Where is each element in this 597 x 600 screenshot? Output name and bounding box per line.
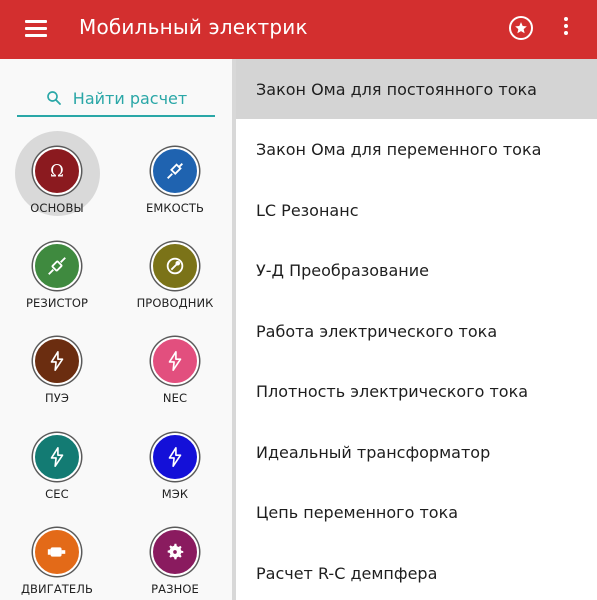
- search-placeholder: Найти расчет: [72, 88, 188, 108]
- category-label: NEC: [162, 391, 188, 405]
- category-проводник[interactable]: ПРОВОДНИК: [118, 232, 222, 318]
- calculation-item[interactable]: Цепь переменного тока: [236, 483, 597, 543]
- capacitor-icon: [151, 147, 199, 195]
- calculation-item[interactable]: Идеальный трансформатор: [236, 422, 597, 482]
- category-мэк[interactable]: МЭК: [118, 423, 222, 509]
- resistor-icon: [33, 242, 81, 290]
- calculation-item[interactable]: LC Резонанс: [236, 180, 597, 240]
- app-bar: Мобильный электрик: [0, 0, 597, 59]
- category-label: ПУЭ: [45, 391, 69, 405]
- category-cec[interactable]: CEC: [0, 423, 104, 509]
- calculation-item[interactable]: У-Д Преобразование: [236, 241, 597, 301]
- calculation-item[interactable]: Плотность электрического тока: [236, 362, 597, 422]
- wire-coil-icon: [151, 242, 199, 290]
- search-field[interactable]: Найти расчет: [17, 81, 215, 117]
- category-основы[interactable]: Ω ОСНОВЫ: [0, 131, 104, 223]
- lightning-icon: [33, 433, 81, 481]
- category-label: РАЗНОЕ: [151, 582, 199, 596]
- motor-icon: [33, 528, 81, 576]
- category-пуэ[interactable]: ПУЭ: [0, 327, 104, 413]
- category-label: CEC: [45, 487, 69, 501]
- calculation-item[interactable]: Закон Ома для переменного тока: [236, 120, 597, 180]
- category-двигатель[interactable]: ДВИГАТЕЛЬ: [0, 518, 104, 600]
- calculation-item[interactable]: Расчет R-C демпфера: [236, 543, 597, 600]
- search-icon: [46, 91, 61, 105]
- lightning-icon: [151, 337, 199, 385]
- app-title: Мобильный электрик: [79, 15, 308, 39]
- calculation-item[interactable]: Закон Ома для постоянного тока: [236, 59, 597, 119]
- lightning-icon: [151, 433, 199, 481]
- category-label: МЭК: [161, 487, 189, 501]
- category-label: ОСНОВЫ: [30, 201, 84, 215]
- category-panel: Найти расчет Ω ОСНОВЫ ЕМКОСТЬ РЕЗИСТОР ПРОВО…: [0, 59, 232, 600]
- category-разное[interactable]: РАЗНОЕ: [118, 518, 222, 600]
- lightning-icon: [33, 337, 81, 385]
- category-емкость[interactable]: ЕМКОСТЬ: [118, 137, 222, 223]
- calculation-list: Закон Ома для постоянного тока Закон Ома …: [236, 59, 597, 600]
- category-резистор[interactable]: РЕЗИСТОР: [0, 232, 104, 318]
- calculation-item[interactable]: Работа электрического тока: [236, 301, 597, 361]
- gear-icon: [151, 528, 199, 576]
- star-circle-icon[interactable]: [509, 16, 533, 40]
- category-label: ЕМКОСТЬ: [145, 201, 205, 215]
- svg-text:Ω: Ω: [50, 162, 64, 181]
- hamburger-menu-icon[interactable]: [25, 20, 47, 38]
- category-label: ПРОВОДНИК: [136, 296, 214, 310]
- category-label: ДВИГАТЕЛЬ: [20, 582, 94, 596]
- omega-icon: Ω: [33, 147, 81, 195]
- category-label: РЕЗИСТОР: [25, 296, 89, 310]
- category-nec[interactable]: NEC: [118, 327, 222, 413]
- more-vertical-icon[interactable]: [563, 17, 569, 39]
